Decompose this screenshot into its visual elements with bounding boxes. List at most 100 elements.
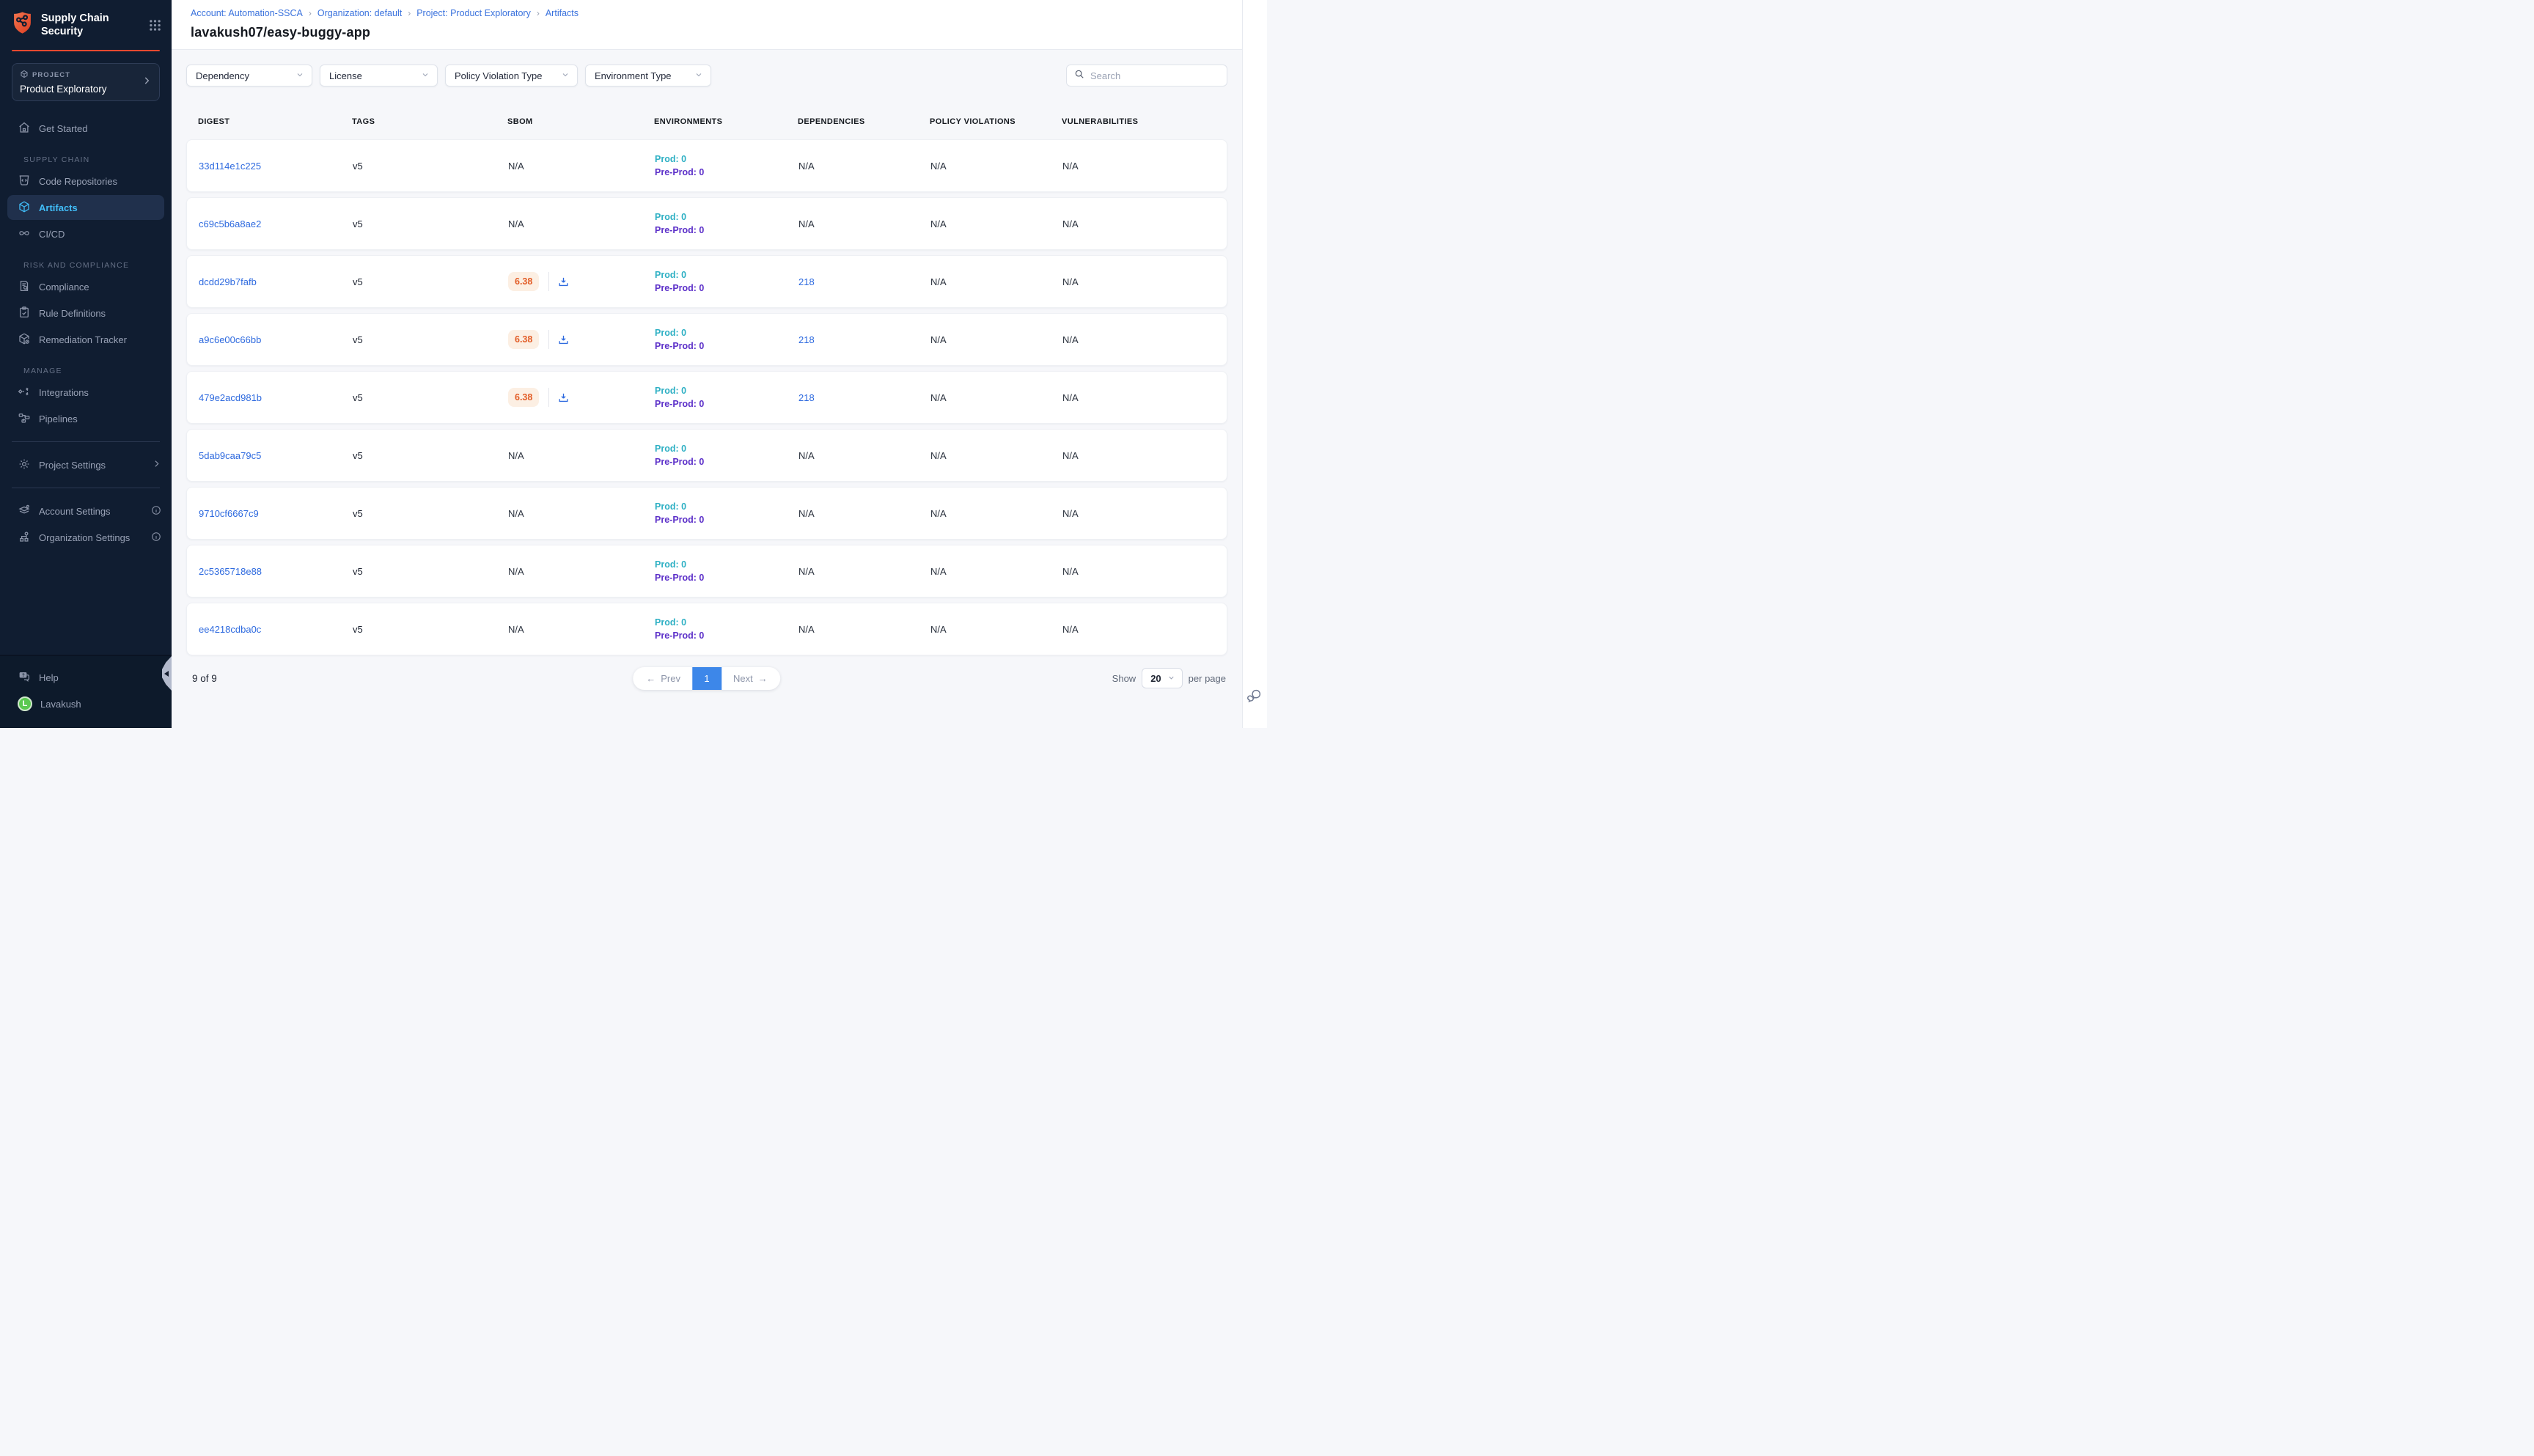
vulnerabilities-value: N/A <box>1062 161 1227 172</box>
digest-link[interactable]: a9c6e00c66bb <box>199 334 261 345</box>
chevron-down-icon <box>561 70 570 81</box>
filter-row: Dependency License Policy Violation Type… <box>186 65 1227 87</box>
environments-cell: Prod: 0 Pre-Prod: 0 <box>655 559 798 583</box>
digest-link[interactable]: 2c5365718e88 <box>199 566 262 577</box>
next-page-button[interactable]: Next → <box>721 667 781 690</box>
table-row: 2c5365718e88 v5 N/A Prod: 0 Pre-Prod: 0 … <box>186 545 1227 598</box>
vulnerabilities-value: N/A <box>1062 218 1227 229</box>
sidebar-item-account-settings[interactable]: Account Settings <box>7 499 164 523</box>
sidebar-item-code-repositories[interactable]: Code Repositories <box>7 169 164 194</box>
table-header: DIGEST TAGS SBOM ENVIRONMENTS DEPENDENCI… <box>186 117 1227 126</box>
per-page-label: per page <box>1189 673 1226 684</box>
dependency-filter-dropdown[interactable]: Dependency <box>186 65 312 87</box>
project-cube-icon <box>20 70 29 81</box>
breadcrumb-project[interactable]: Project: Product Exploratory <box>416 8 531 18</box>
column-header-sbom: SBOM <box>507 117 654 126</box>
prev-page-button[interactable]: ← Prev <box>633 667 692 690</box>
download-sbom-button[interactable] <box>557 276 570 288</box>
search-input[interactable] <box>1090 70 1219 81</box>
table-row: 9710cf6667c9 v5 N/A Prod: 0 Pre-Prod: 0 … <box>186 487 1227 540</box>
policy-violations-value: N/A <box>930 566 1062 577</box>
license-filter-dropdown[interactable]: License <box>320 65 438 87</box>
env-prod-value: Prod: 0 <box>655 559 798 570</box>
sbom-value: N/A <box>508 624 524 635</box>
sbom-cell: 6.38 <box>508 272 655 291</box>
tag-value: v5 <box>353 566 508 577</box>
box-edit-icon <box>18 332 31 348</box>
chat-support-icon[interactable] <box>1246 688 1263 707</box>
sidebar-item-remediation-tracker[interactable]: Remediation Tracker <box>7 327 164 352</box>
breadcrumb-separator: › <box>537 8 540 18</box>
environments-cell: Prod: 0 Pre-Prod: 0 <box>655 617 798 641</box>
user-menu[interactable]: L Lavakush <box>7 691 164 716</box>
chevron-down-icon <box>421 70 430 81</box>
dependencies-link[interactable]: 218 <box>798 392 815 403</box>
divider <box>12 441 160 442</box>
page-number-button[interactable]: 1 <box>692 667 721 690</box>
sidebar-item-cicd[interactable]: CI/CD <box>7 221 164 246</box>
chevron-down-icon <box>694 70 703 81</box>
sidebar-item-compliance[interactable]: Compliance <box>7 274 164 299</box>
dependencies-cell: N/A <box>798 218 930 229</box>
breadcrumb-organization[interactable]: Organization: default <box>317 8 402 18</box>
show-label: Show <box>1112 673 1136 684</box>
sbom-score-badge: 6.38 <box>508 272 539 291</box>
tag-value: v5 <box>353 161 508 172</box>
vulnerabilities-value: N/A <box>1062 392 1227 403</box>
breadcrumb-account[interactable]: Account: Automation-SSCA <box>191 8 303 18</box>
sbom-value: N/A <box>508 450 524 461</box>
breadcrumb-artifacts[interactable]: Artifacts <box>546 8 579 18</box>
digest-link[interactable]: 33d114e1c225 <box>199 161 261 172</box>
dependencies-cell: 218 <box>798 334 930 345</box>
right-strip <box>1242 0 1267 728</box>
dependencies-cell: N/A <box>798 161 930 172</box>
sbom-value: N/A <box>508 218 524 229</box>
sbom-cell: N/A <box>508 566 655 577</box>
clipboard-check-icon <box>18 306 31 321</box>
sbom-score-badge: 6.38 <box>508 330 539 349</box>
page-size-control: Show 20 per page <box>1112 668 1226 688</box>
info-icon[interactable] <box>151 505 161 518</box>
digest-link[interactable]: c69c5b6a8ae2 <box>199 218 261 229</box>
infinity-icon <box>18 227 31 242</box>
pagination-row: 9 of 9 ← Prev 1 Next → Show 20 <box>186 666 1227 691</box>
sbom-cell: N/A <box>508 508 655 519</box>
module-grid-icon[interactable] <box>149 19 161 32</box>
sbom-value: N/A <box>508 508 524 519</box>
vulnerabilities-value: N/A <box>1062 334 1227 345</box>
sidebar-item-rule-definitions[interactable]: Rule Definitions <box>7 301 164 326</box>
cube-icon <box>18 200 31 216</box>
sbom-cell: N/A <box>508 218 655 229</box>
download-sbom-button[interactable] <box>557 391 570 404</box>
sidebar-item-get-started[interactable]: Get Started <box>7 116 164 141</box>
digest-link[interactable]: dcdd29b7fafb <box>199 276 257 287</box>
info-icon[interactable] <box>151 532 161 544</box>
chevron-right-icon <box>152 459 161 471</box>
breadcrumb-separator: › <box>309 8 312 18</box>
sidebar-item-integrations[interactable]: Integrations <box>7 380 164 405</box>
help-button[interactable]: ? Help <box>7 665 164 690</box>
env-prod-value: Prod: 0 <box>655 154 798 164</box>
sidebar-item-organization-settings[interactable]: Organization Settings <box>7 525 164 550</box>
sbom-value: N/A <box>508 161 524 172</box>
sidebar-item-project-settings[interactable]: Project Settings <box>7 452 164 477</box>
digest-link[interactable]: 479e2acd981b <box>199 392 262 403</box>
policy-violation-type-filter-dropdown[interactable]: Policy Violation Type <box>445 65 578 87</box>
brand-header: Supply Chain Security <box>0 0 172 47</box>
sbom-cell: 6.38 <box>508 388 655 407</box>
digest-link[interactable]: 9710cf6667c9 <box>199 508 259 519</box>
column-header-tags: TAGS <box>352 117 507 126</box>
digest-link[interactable]: 5dab9caa79c5 <box>199 450 261 461</box>
download-sbom-button[interactable] <box>557 334 570 346</box>
sidebar-item-pipelines[interactable]: Pipelines <box>7 406 164 431</box>
digest-link[interactable]: ee4218cdba0c <box>199 624 261 635</box>
dependencies-link[interactable]: 218 <box>798 276 815 287</box>
environment-type-filter-dropdown[interactable]: Environment Type <box>585 65 711 87</box>
table-row: ee4218cdba0c v5 N/A Prod: 0 Pre-Prod: 0 … <box>186 603 1227 655</box>
page-size-select[interactable]: 20 <box>1142 668 1182 688</box>
project-selector[interactable]: PROJECT Product Exploratory <box>12 63 160 101</box>
sbom-cell: N/A <box>508 624 655 635</box>
sidebar-item-artifacts[interactable]: Artifacts <box>7 195 164 220</box>
arrow-left-icon: ← <box>646 673 655 684</box>
dependencies-link[interactable]: 218 <box>798 334 815 345</box>
